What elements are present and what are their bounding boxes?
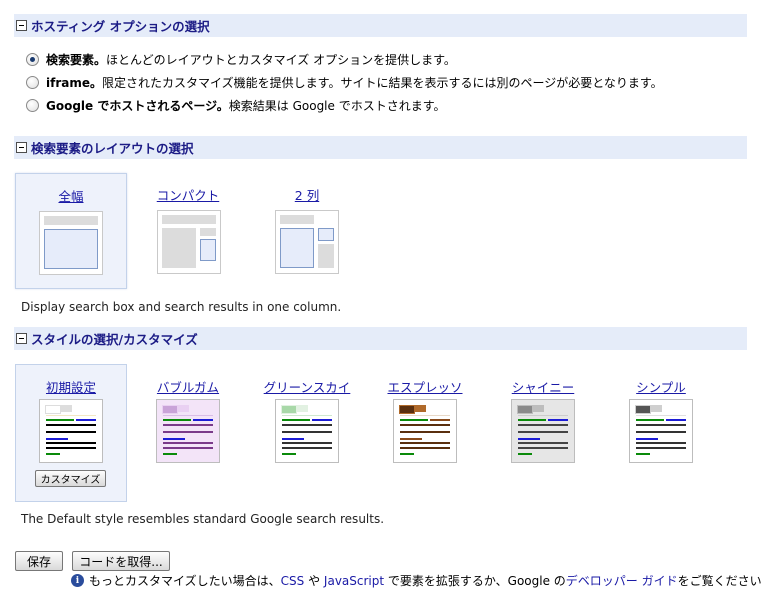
style-option-espresso-label[interactable]: エスプレッソ <box>369 377 481 396</box>
info-text: もっとカスタマイズしたい場合は、 <box>89 574 281 588</box>
hosting-section-title: ホスティング オプションの選択 <box>31 19 210 34</box>
info-text: で要素を拡張するか、Google の <box>384 574 566 588</box>
style-option-bubblegum-label[interactable]: バブルガム <box>132 377 244 396</box>
layout-description: Display search box and search results in… <box>21 300 342 314</box>
style-description: The Default style resembles standard Goo… <box>21 512 385 526</box>
radio-button[interactable] <box>26 98 39 112</box>
collapse-icon[interactable] <box>16 333 27 344</box>
style-option-shiny-label[interactable]: シャイニー <box>487 377 599 396</box>
collapse-icon[interactable] <box>16 20 27 31</box>
layout-full-width-thumbnail <box>39 211 103 275</box>
info-message: i もっとカスタマイズしたい場合は、 CSS や JavaScript で要素を… <box>71 572 761 589</box>
get-code-button[interactable]: コードを取得... <box>72 551 170 571</box>
hosting-option-google-hosted[interactable]: Google でホストされるページ。 検索結果は Google でホストされます… <box>26 96 446 114</box>
style-option-shiny-thumbnail[interactable] <box>511 399 575 463</box>
info-icon: i <box>71 574 84 587</box>
layout-option-label[interactable]: 全幅 <box>16 186 126 205</box>
javascript-link[interactable]: JavaScript <box>324 574 384 588</box>
layout-option-compact[interactable]: コンパクト <box>132 173 244 289</box>
layout-section-title: 検索要素のレイアウトの選択 <box>31 141 194 156</box>
layout-option-two-column[interactable]: 2 列 <box>251 173 363 289</box>
style-option-simple-label[interactable]: シンプル <box>605 377 717 396</box>
layout-option-label[interactable]: 2 列 <box>251 185 363 204</box>
option-desc: ほとんどのレイアウトとカスタマイズ オプションを提供します。 <box>106 52 456 67</box>
option-label: 検索要素。 <box>46 52 107 67</box>
option-desc: 限定されたカスタマイズ機能を提供します。サイトに結果を表示するには別のページが必… <box>102 75 663 90</box>
hosting-option-iframe[interactable]: iframe。 限定されたカスタマイズ機能を提供します。サイトに結果を表示するに… <box>26 73 663 91</box>
customize-button[interactable]: カスタマイズ <box>35 470 106 487</box>
hosting-option-element[interactable]: 検索要素。 ほとんどのレイアウトとカスタマイズ オプションを提供します。 <box>26 50 456 68</box>
collapse-icon[interactable] <box>16 142 27 153</box>
style-option-greensky-label[interactable]: グリーンスカイ <box>251 377 363 396</box>
hosting-section-header: ホスティング オプションの選択 <box>14 14 747 37</box>
info-text: や <box>304 574 324 588</box>
style-option-bubblegum-thumbnail[interactable] <box>156 399 220 463</box>
radio-button-selected[interactable] <box>26 52 39 66</box>
layout-option-full-width[interactable]: 全幅 <box>15 173 127 289</box>
style-section-header: スタイルの選択/カスタマイズ <box>14 327 747 350</box>
style-option-greensky-thumbnail[interactable] <box>275 399 339 463</box>
info-text: をご覧ください。 <box>677 574 761 588</box>
css-link[interactable]: CSS <box>281 574 305 588</box>
layout-two-column-thumbnail <box>275 210 339 274</box>
option-label: Google でホストされるページ。 <box>46 98 229 113</box>
radio-button[interactable] <box>26 75 39 89</box>
option-label: iframe。 <box>46 75 102 90</box>
layout-compact-thumbnail <box>157 210 221 274</box>
layout-section-header: 検索要素のレイアウトの選択 <box>14 136 747 159</box>
save-button[interactable]: 保存 <box>15 551 63 571</box>
style-option-default-thumbnail[interactable] <box>39 399 103 463</box>
style-option-espresso-thumbnail[interactable] <box>393 399 457 463</box>
developer-guide-link[interactable]: デベロッパー ガイド <box>566 572 678 589</box>
style-option-simple-thumbnail[interactable] <box>629 399 693 463</box>
layout-option-label[interactable]: コンパクト <box>132 185 244 204</box>
option-desc: 検索結果は Google でホストされます。 <box>228 98 446 113</box>
style-option-default-label[interactable]: 初期設定 <box>15 377 127 396</box>
style-section-title: スタイルの選択/カスタマイズ <box>31 332 198 347</box>
